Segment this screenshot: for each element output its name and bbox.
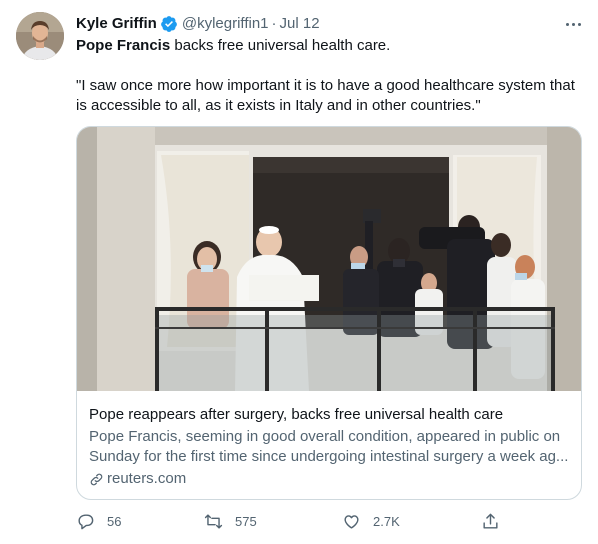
link-card[interactable]: Pope reappears after surgery, backs free… bbox=[76, 126, 582, 500]
handle[interactable]: @kylegriffin1 bbox=[182, 14, 269, 34]
retweet-icon bbox=[204, 514, 223, 529]
reply-button[interactable]: 56 bbox=[76, 512, 121, 531]
like-count: 2.7K bbox=[373, 514, 400, 529]
retweet-button[interactable]: 575 bbox=[204, 512, 257, 531]
reply-icon bbox=[78, 514, 94, 530]
card-description: Pope Francis, seeming in good overall co… bbox=[89, 428, 569, 465]
share-button[interactable] bbox=[481, 512, 500, 531]
reply-count: 56 bbox=[107, 514, 122, 529]
tweet-text-quote: "I saw once more how important it is to … bbox=[76, 77, 575, 114]
tweet-text-rest: backs free universal health care. bbox=[170, 37, 391, 54]
tweet-text: Pope Francis backs free universal health… bbox=[76, 36, 576, 116]
verified-badge-icon bbox=[160, 15, 178, 33]
separator-dot: · bbox=[271, 15, 277, 32]
card-domain-text: reuters.com bbox=[107, 470, 187, 487]
tweet[interactable]: Kyle Griffin @kylegriffin1 · Jul 12 Pope… bbox=[0, 0, 598, 544]
avatar[interactable] bbox=[16, 12, 64, 60]
heart-icon bbox=[344, 515, 359, 529]
tweet-text-lead: Pope Francis backs free universal health… bbox=[76, 36, 576, 56]
card-body: Pope reappears after surgery, backs free… bbox=[89, 405, 571, 489]
more-options-icon[interactable] bbox=[563, 14, 583, 34]
tweet-actions: 56 575 2.7K bbox=[76, 512, 506, 532]
like-button[interactable]: 2.7K bbox=[342, 512, 400, 531]
share-icon bbox=[483, 513, 498, 529]
link-icon bbox=[90, 473, 103, 485]
timestamp[interactable]: Jul 12 bbox=[280, 14, 320, 34]
tweet-header: Kyle Griffin @kylegriffin1 · Jul 12 bbox=[76, 14, 320, 34]
card-domain[interactable]: reuters.com bbox=[89, 469, 571, 489]
retweet-count: 575 bbox=[235, 514, 257, 529]
card-image[interactable] bbox=[77, 127, 581, 391]
display-name[interactable]: Kyle Griffin bbox=[76, 14, 157, 34]
card-title[interactable]: Pope reappears after surgery, backs free… bbox=[89, 405, 571, 425]
tweet-text-bold: Pope Francis bbox=[76, 37, 171, 54]
